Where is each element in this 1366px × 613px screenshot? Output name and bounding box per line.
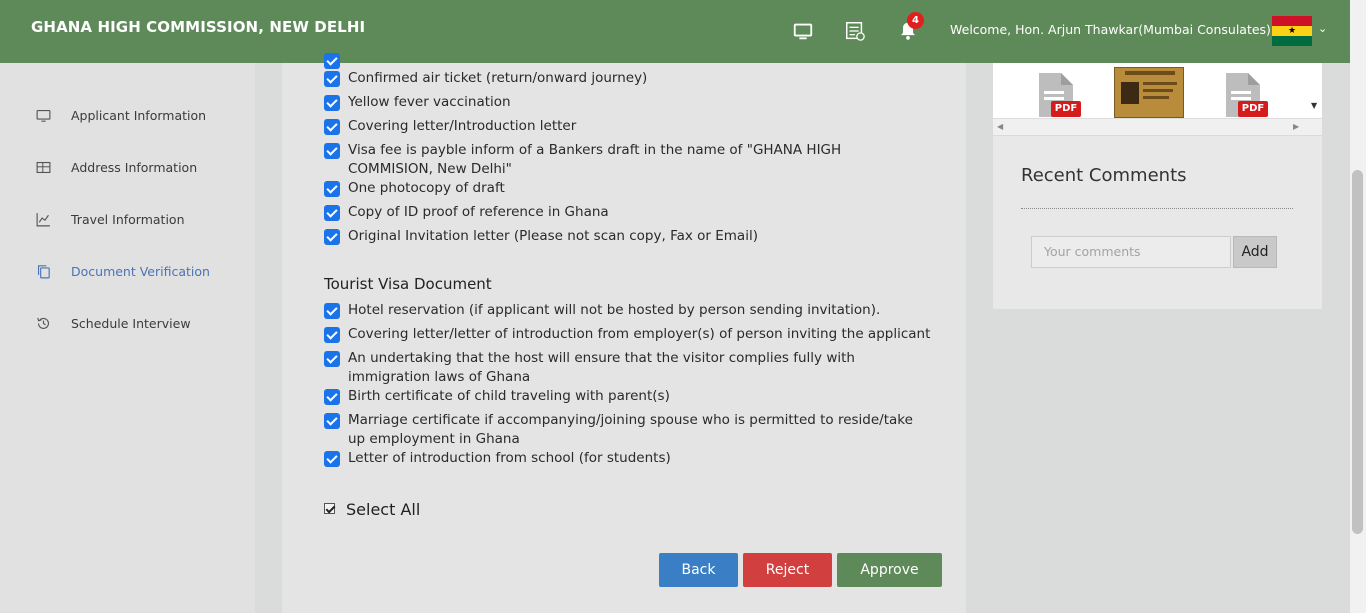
- sidebar-item-label: Document Verification: [71, 263, 210, 279]
- add-comment-button[interactable]: Add: [1233, 236, 1277, 268]
- document-checklist-panel: Confirmed air ticket (return/onward jour…: [282, 53, 966, 613]
- back-button[interactable]: Back: [659, 553, 738, 587]
- sidebar-item-schedule-interview[interactable]: Schedule Interview: [35, 313, 191, 333]
- document-checkbox[interactable]: [324, 119, 340, 135]
- document-checkbox[interactable]: [324, 303, 340, 319]
- monitor-icon[interactable]: [792, 20, 814, 42]
- document-checkbox[interactable]: [324, 205, 340, 221]
- checklist-item-label: One photocopy of draft: [348, 180, 505, 196]
- document-checkbox[interactable]: [324, 451, 340, 467]
- checklist-item: Letter of introduction from school (for …: [324, 449, 671, 468]
- table-icon: [36, 161, 51, 173]
- document-checkbox[interactable]: [324, 327, 340, 343]
- document-checkbox[interactable]: [324, 389, 340, 405]
- horizontal-scrollbar[interactable]: ◀ ▶: [993, 118, 1322, 135]
- sidebar-item-travel-information[interactable]: Travel Information: [35, 209, 185, 229]
- history-icon: [37, 317, 49, 329]
- file-list-icon[interactable]: [844, 20, 866, 42]
- checklist-item-label: Hotel reservation (if applicant will not…: [348, 302, 881, 318]
- pdf-label: PDF: [1051, 101, 1081, 117]
- document-checkbox[interactable]: [324, 53, 340, 69]
- content-gutter: [255, 63, 282, 613]
- checklist-item: Hotel reservation (if applicant will not…: [324, 301, 880, 320]
- select-all[interactable]: Select All: [324, 500, 420, 519]
- checklist-item-label: Copy of ID proof of reference in Ghana: [348, 204, 609, 220]
- document-checkbox[interactable]: [324, 95, 340, 111]
- select-all-checkbox[interactable]: [324, 503, 335, 514]
- checklist-item: Marriage certificate if accompanying/joi…: [324, 411, 914, 449]
- approve-button[interactable]: Approve: [837, 553, 942, 587]
- vertical-scrollbar-thumb[interactable]: [1352, 170, 1363, 534]
- select-all-label: Select All: [346, 500, 421, 519]
- checklist-item-label: Birth certificate of child traveling wit…: [348, 388, 670, 404]
- document-checkbox[interactable]: [324, 351, 340, 367]
- reject-button[interactable]: Reject: [743, 553, 832, 587]
- id-document-thumbnail[interactable]: [1114, 67, 1184, 118]
- checklist-item-label: Visa fee is payble inform of a Bankers d…: [348, 142, 842, 177]
- chevron-down-icon[interactable]: ⌄: [1318, 22, 1327, 35]
- checklist-item: Birth certificate of child traveling wit…: [324, 387, 670, 406]
- document-checkbox[interactable]: [324, 71, 340, 87]
- comment-input[interactable]: Your comments: [1031, 236, 1231, 268]
- top-bar: GHANA HIGH COMMISSION, NEW DELHI 4 Welco…: [0, 0, 1366, 63]
- checklist-item-label: Yellow fever vaccination: [348, 94, 511, 110]
- checklist-item-label: Original Invitation letter (Please not s…: [348, 228, 758, 244]
- sidebar-item-label: Applicant Information: [71, 107, 207, 123]
- app-title: GHANA HIGH COMMISSION, NEW DELHI: [31, 18, 366, 36]
- checklist-item: An undertaking that the host will ensure…: [324, 349, 914, 387]
- sidebar-item-address-information[interactable]: Address Information: [35, 157, 197, 177]
- sidebar-item-label: Address Information: [71, 159, 198, 175]
- recent-comments-panel: Recent Comments Your comments Add: [993, 136, 1322, 309]
- sidebar-item-document-verification[interactable]: Document Verification: [35, 261, 210, 281]
- copy-icon: [37, 264, 50, 278]
- checklist-item-label: Covering letter/letter of introduction f…: [348, 326, 931, 342]
- checklist-item: One photocopy of draft: [324, 179, 505, 198]
- checklist-item: Original Invitation letter (Please not s…: [324, 227, 758, 246]
- checklist-item: Covering letter/letter of introduction f…: [324, 325, 930, 344]
- tourist-visa-heading: Tourist Visa Document: [324, 275, 492, 293]
- checklist-item-label: An undertaking that the host will ensure…: [348, 350, 855, 385]
- checklist-item-label: Marriage certificate if accompanying/joi…: [348, 412, 913, 447]
- checklist-item: Visa fee is payble inform of a Bankers d…: [324, 141, 914, 179]
- sidebar: Applicant Information Address Informatio…: [0, 63, 255, 613]
- scroll-down-arrow-icon[interactable]: ▼: [1311, 101, 1317, 110]
- monitor-icon: [36, 109, 51, 122]
- ghana-flag-icon[interactable]: ★: [1272, 16, 1312, 46]
- pdf-document-icon[interactable]: PDF: [1220, 71, 1268, 119]
- notification-badge: 4: [907, 12, 924, 29]
- checklist-item-label: Letter of introduction from school (for …: [348, 450, 671, 466]
- document-checkbox[interactable]: [324, 229, 340, 245]
- pdf-label: PDF: [1238, 101, 1268, 117]
- pdf-document-icon[interactable]: PDF: [1033, 71, 1081, 119]
- welcome-text: Welcome, Hon. Arjun Thawkar(Mumbai Consu…: [950, 22, 1271, 37]
- scroll-right-arrow-icon[interactable]: ▶: [1293, 122, 1299, 131]
- checklist-item: Covering letter/Introduction letter: [324, 117, 576, 136]
- checklist-item-label: Confirmed air ticket (return/onward jour…: [348, 70, 648, 86]
- checklist-item: Yellow fever vaccination: [324, 93, 511, 112]
- document-checkbox[interactable]: [324, 181, 340, 197]
- sidebar-item-label: Travel Information: [71, 211, 185, 227]
- scroll-left-arrow-icon[interactable]: ◀: [997, 122, 1003, 131]
- line-chart-icon: [36, 212, 50, 226]
- checklist-item-label: Covering letter/Introduction letter: [348, 118, 577, 134]
- checklist-item: Confirmed air ticket (return/onward jour…: [324, 69, 647, 88]
- divider: [1021, 208, 1293, 209]
- sidebar-item-applicant-information[interactable]: Applicant Information: [35, 105, 206, 125]
- document-checkbox[interactable]: [324, 143, 340, 159]
- document-checkbox[interactable]: [324, 413, 340, 429]
- recent-comments-title: Recent Comments: [1021, 165, 1187, 186]
- sidebar-item-label: Schedule Interview: [71, 315, 191, 331]
- checklist-item: Copy of ID proof of reference in Ghana: [324, 203, 609, 222]
- uploaded-documents-strip: PDF PDF ▼ ◀ ▶: [993, 63, 1322, 135]
